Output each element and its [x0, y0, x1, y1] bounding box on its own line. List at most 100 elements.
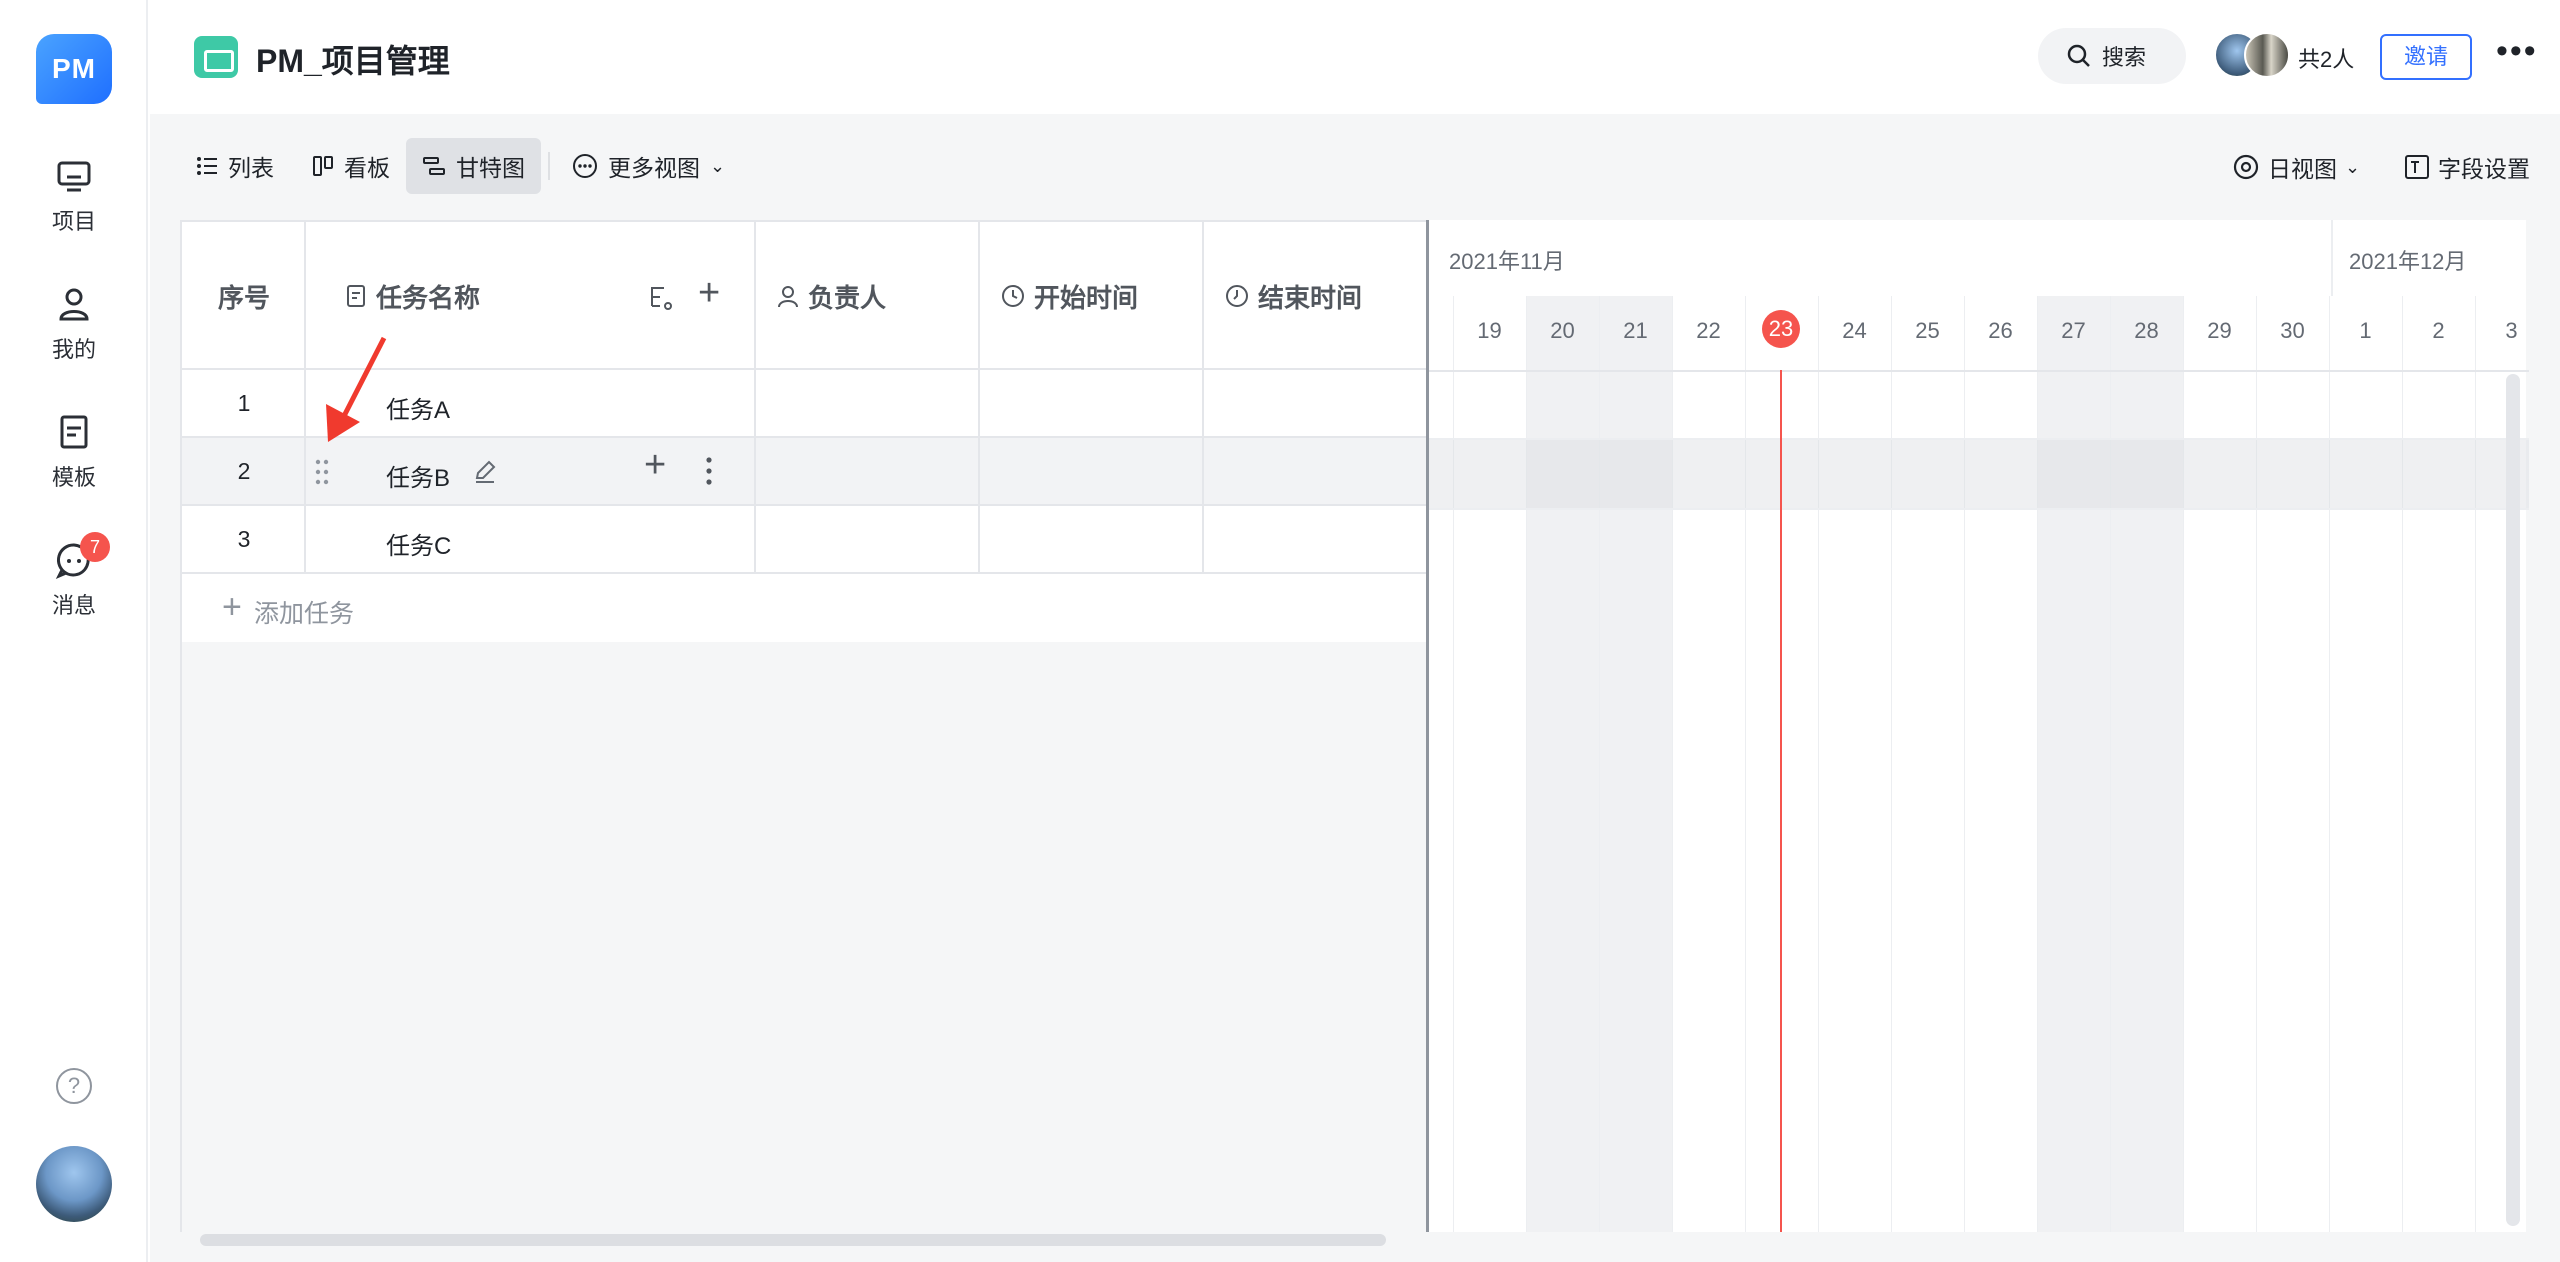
subtask-tree-icon[interactable] [648, 284, 674, 310]
gantt-chart[interactable]: 2021年11月 2021年12月 19 20 21 22 23 24 25 26 27 28 29… [1426, 220, 2529, 1232]
today-line [1780, 370, 1782, 1232]
gantt-day-column [2256, 296, 2329, 1232]
user-icon [778, 286, 798, 308]
edit-pencil-icon[interactable] [472, 458, 498, 484]
app-logo[interactable]: PM [36, 34, 112, 104]
divider [304, 220, 306, 574]
gantt-row-hover [1429, 440, 2529, 508]
field-settings-label: 字段设置 [2438, 156, 2530, 182]
gantt-day-column [2183, 296, 2256, 1232]
add-subtask-button[interactable]: + [644, 444, 666, 487]
sidebar-item-label: 项目 [51, 209, 96, 234]
search-icon [2067, 44, 2090, 67]
gantt-day-column [2329, 296, 2402, 1232]
gantt-day-label: 30 [2280, 318, 2305, 343]
table-row[interactable]: 3 任务C [182, 506, 1428, 574]
kanban-icon [313, 156, 333, 176]
plus-icon: + [222, 588, 242, 626]
gantt-day-column [1964, 296, 2037, 1232]
task-name[interactable]: 任务B [386, 458, 450, 493]
sidebar-item-projects[interactable]: 项目 [0, 156, 148, 236]
month-label: 2021年11月 [1449, 249, 1565, 274]
tab-more-views[interactable]: 更多视图 ⌄ [556, 138, 741, 194]
gantt-day-label: 27 [2061, 318, 2086, 343]
sidebar-item-messages[interactable]: 7 消息 [0, 532, 148, 620]
month-label: 2021年12月 [2349, 249, 2467, 274]
add-task-button[interactable]: + 添加任务 [182, 574, 1428, 642]
column-label: 负责人 [808, 282, 887, 313]
gantt-day-label: 29 [2207, 318, 2232, 343]
help-icon[interactable]: ? [56, 1068, 92, 1104]
horizontal-scrollbar[interactable] [200, 1234, 1386, 1246]
page-title: PM_项目管理 [256, 43, 450, 79]
message-count-badge: 7 [80, 532, 110, 562]
top-header: PM_项目管理 搜索 共2人 邀请 ••• [150, 0, 2560, 114]
tab-kanban[interactable]: 看板 [296, 138, 406, 194]
chevron-down-icon: ⌄ [710, 155, 726, 176]
field-settings-button[interactable]: 字段设置 [2404, 150, 2530, 184]
row-index: 1 [237, 390, 251, 416]
divider [548, 152, 550, 180]
day-view-dropdown[interactable]: 日视图 ⌄ [2232, 150, 2360, 184]
avatar [2244, 32, 2290, 78]
row-index: 2 [237, 458, 251, 484]
divider [1429, 508, 2529, 510]
sidebar-item-templates[interactable]: 模板 [0, 412, 148, 492]
list-icon [197, 157, 217, 175]
gantt-icon [423, 157, 445, 175]
search-button[interactable]: 搜索 [2038, 28, 2186, 84]
clock-icon [1002, 285, 1024, 307]
sidebar-item-label: 我的 [51, 337, 96, 362]
divider [1429, 370, 2529, 372]
tab-gantt[interactable]: 甘特图 [406, 138, 541, 194]
more-options-icon[interactable]: ••• [2496, 34, 2538, 68]
user-avatar[interactable] [36, 1146, 112, 1222]
task-name[interactable]: 任务A [386, 390, 450, 425]
gantt-day-column [1599, 296, 1672, 1232]
more-circle-icon [573, 154, 597, 178]
column-label: 开始时间 [1034, 282, 1139, 313]
gantt-day-label: 20 [1550, 318, 1575, 343]
sidebar-item-label: 模板 [51, 465, 96, 490]
divider [1202, 220, 1204, 574]
gantt-day-column [1818, 296, 1891, 1232]
document-icon [347, 285, 365, 307]
briefcase-icon [194, 36, 238, 78]
user-icon [59, 288, 89, 321]
gantt-day-column [1526, 296, 1599, 1232]
column-header-start-time[interactable]: 开始时间 [1000, 222, 1138, 370]
divider [2331, 220, 2333, 296]
divider [754, 220, 756, 574]
gantt-day-column [1672, 296, 1745, 1232]
drag-handle-icon[interactable] [314, 458, 330, 486]
add-column-button[interactable]: + [698, 272, 720, 315]
add-task-label: 添加任务 [254, 600, 355, 628]
annotation-arrow [326, 336, 387, 442]
sidebar-item-mine[interactable]: 我的 [0, 284, 148, 364]
members-count[interactable]: 共2人 [2298, 42, 2354, 74]
gantt-day-label: 25 [1915, 318, 1940, 343]
day-view-label: 日视图 [2268, 156, 2337, 182]
document-icon [60, 415, 88, 449]
gantt-day-label: 3 [2505, 318, 2518, 343]
row-more-icon[interactable] [704, 456, 714, 486]
gantt-day-column [2402, 296, 2475, 1232]
column-header-assignee[interactable]: 负责人 [776, 222, 886, 370]
gantt-day-label: 2 [2432, 318, 2445, 343]
gantt-day-label: 28 [2134, 318, 2159, 343]
gantt-day-column [2110, 296, 2183, 1232]
column-header-index[interactable]: 序号 [218, 222, 270, 370]
divider [978, 220, 980, 574]
vertical-scrollbar[interactable] [2506, 374, 2520, 1226]
tab-label: 更多视图 [608, 155, 700, 181]
chevron-down-icon: ⌄ [2345, 156, 2361, 177]
column-header-end-time[interactable]: 结束时间 [1224, 222, 1362, 370]
gantt-day-label: 21 [1623, 318, 1648, 343]
field-settings-icon [2405, 155, 2429, 179]
gantt-day-label: 22 [1696, 318, 1721, 343]
monitor-icon [57, 161, 91, 192]
column-label: 结束时间 [1258, 282, 1363, 313]
tab-list[interactable]: 列表 [180, 138, 290, 194]
invite-button[interactable]: 邀请 [2380, 34, 2472, 80]
task-name[interactable]: 任务C [386, 526, 451, 561]
